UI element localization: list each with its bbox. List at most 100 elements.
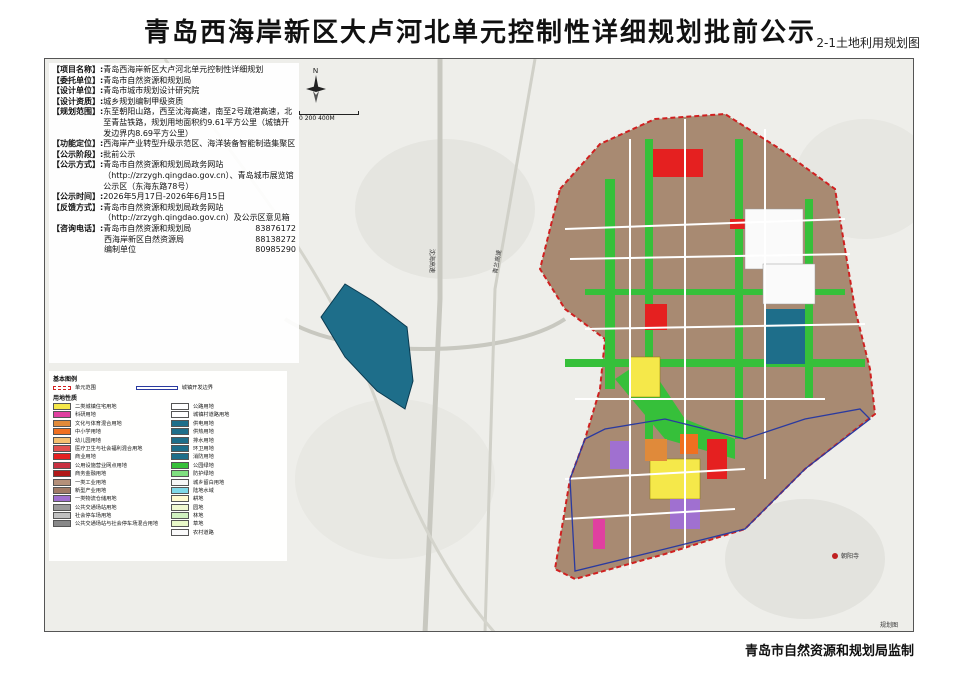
legend-label: 一类工业用地	[75, 479, 107, 486]
info-panel: 【项目名称】: 青岛西海岸新区大卢河北单元控制性详细规划 【委托单位】: 青岛市自然…	[49, 63, 299, 363]
compass: N	[301, 65, 331, 109]
legend-column-right: 公路用地 城镇村道路用地 供电用地 供热用地 排水用地 环卫用地 消防用地 公园绿地 防护绿地城…	[171, 403, 283, 537]
legend-item: 防护绿地	[171, 470, 283, 478]
legend-swatch	[171, 419, 189, 427]
legend-label: 公园绿地	[193, 462, 214, 469]
info-key: 【设计资质】:	[52, 96, 104, 106]
legend-swatch	[171, 520, 189, 528]
legend-label: 科研用地	[75, 412, 96, 419]
info-val: 青岛市自然资源和规划局政务网站（http://zrzygh.qingdao.go…	[103, 160, 294, 191]
school-parcel	[645, 439, 667, 461]
legend-label: 幼儿园用地	[75, 437, 101, 444]
legend-swatch	[53, 453, 71, 461]
legend-label: 公共交通场站与社会停车场混合用地	[75, 521, 159, 528]
legend-column-left: 二类城镇住宅用地 科研用地 文化与体育混合用地 中小学用地 幼儿园用地 医疗卫生与社会福利…	[53, 403, 165, 537]
legend-label: 消防用地	[193, 454, 214, 461]
legend-label: 商务金融用地	[75, 471, 107, 478]
contact-row: 西海岸新区自然资源局 88138272	[52, 235, 296, 246]
legend-label: 文化与体育混合用地	[75, 420, 122, 427]
info-val: 批前公示	[103, 149, 136, 159]
legend-swatch	[171, 528, 189, 536]
research-parcel	[593, 519, 605, 549]
info-key: 【公示阶段】:	[52, 149, 104, 159]
legend-swatch	[135, 385, 178, 390]
legend-label: 公路用地	[193, 404, 214, 410]
legend-item: 二类城镇住宅用地	[53, 403, 165, 410]
info-row: 【设计资质】: 城乡规划编制甲级资质	[52, 97, 296, 108]
info-row: 【公示时间】: 2026年5月17日-2026年6月15日	[52, 192, 296, 203]
info-key: 【功能定位】:	[52, 139, 104, 149]
legend-label: 林地	[193, 513, 204, 520]
scale-bar: 0 200 400M	[299, 111, 359, 122]
contacts-row: 【咨询电话】: 青岛市自然资源和规划局 83876172	[52, 224, 296, 235]
info-val: 青岛市自然资源和规划局政务网站（http://zrzygh.qingdao.go…	[103, 202, 290, 223]
legend-swatch	[53, 512, 71, 520]
legend-item: 公共交通场站与社会停车场混合用地	[53, 520, 165, 528]
legend-item: 一类工业用地	[53, 478, 165, 486]
legend-grid: 二类城镇住宅用地 科研用地 文化与体育混合用地 中小学用地 幼儿园用地 医疗卫生与社会福利…	[53, 403, 283, 537]
legend-item: 环卫用地	[171, 444, 283, 452]
info-val: 青岛市城市规划设计研究院	[103, 86, 200, 96]
legend-swatch	[53, 411, 71, 419]
legend-label: 草地	[193, 521, 204, 528]
legend-label: 公共交通场站用地	[75, 504, 117, 511]
info-val: 城乡规划编制甲级资质	[103, 96, 184, 106]
legend-item: 公园绿地	[171, 461, 283, 469]
legend-item: 林地	[171, 512, 283, 520]
legend-swatch	[171, 403, 189, 410]
legend-swatch	[53, 403, 71, 410]
info-val: 青岛市自然资源和规划局	[103, 75, 192, 85]
info-key: 【公示方式】:	[52, 160, 104, 170]
legend-item: 城镇村道路用地	[171, 411, 283, 419]
legend-item: 商业用地	[53, 453, 165, 461]
info-key: 【设计单位】:	[52, 86, 104, 96]
info-val: 西海岸产业转型升级示范区、海洋装备智能制造集聚区	[103, 139, 296, 149]
legend-label: 环卫用地	[193, 445, 214, 452]
compass-icon	[306, 75, 326, 92]
info-row: 【设计单位】: 青岛市城市规划设计研究院	[52, 86, 296, 97]
legend-label: 耕地	[193, 496, 204, 503]
map-frame: 沈海高速 青兰高速 朝阳寺 规划图 N 0 200 400M 【项目名称】: 青…	[44, 58, 914, 632]
info-key: 【公示时间】:	[52, 192, 104, 202]
corner-label: 规划图	[880, 621, 898, 629]
legend-item: 新型产业用地	[53, 486, 165, 494]
legend-item: 消防用地	[171, 453, 283, 461]
legend-item: 公用设施营业网点用地	[53, 461, 165, 469]
legend-label: 防护绿地	[193, 471, 214, 478]
legend: 基本图例 单元范围 城镇开发边界 用地性质 二类城镇住宅用地 科研用地 文化与体育混…	[49, 371, 287, 561]
contact-phone: 88138272	[255, 234, 296, 244]
legend-label: 商业用地	[75, 454, 96, 461]
legend-item: 文化与体育混合用地	[53, 419, 165, 427]
legend-swatch	[171, 503, 189, 511]
info-row: 【委托单位】: 青岛市自然资源和规划局	[52, 76, 296, 87]
legend-item: 公路用地	[171, 403, 283, 410]
info-row: 【规划范围】: 东至朝阳山路，西至沈海高速，南至2号疏港高速，北至青盐铁路，规划用…	[52, 107, 296, 139]
legend-label: 农村道路	[193, 529, 214, 536]
legend-swatch	[53, 461, 71, 469]
footer-credit: 青岛市自然资源和规划局监制	[744, 644, 914, 659]
legend-swatch	[53, 520, 71, 528]
info-key: 【委托单位】:	[52, 75, 104, 85]
legend-title: 基本图例	[53, 376, 78, 383]
legend-item: 耕地	[171, 495, 283, 503]
info-row: 【反馈方式】: 青岛市自然资源和规划局政务网站（http://zrzygh.qin…	[52, 203, 296, 224]
contact-phone: 80985290	[255, 245, 296, 255]
legend-swatch	[53, 495, 71, 503]
contact-name: 西海岸新区自然资源局	[104, 234, 184, 244]
legend-item: 社会停车场用地	[53, 512, 165, 520]
info-row: 【功能定位】: 西海岸产业转型升级示范区、海洋装备智能制造集聚区	[52, 139, 296, 150]
legend-item: 城乡留白用地	[171, 478, 283, 486]
legend-item-urban-boundary: 城镇开发边界	[135, 384, 213, 391]
legend-label: 排水用地	[193, 437, 214, 444]
legend-swatch	[171, 428, 189, 436]
contacts-key: 【咨询电话】:	[52, 223, 104, 233]
info-val: 青岛西海岸新区大卢河北单元控制性详细规划	[103, 65, 264, 74]
legend-swatch	[171, 461, 189, 469]
legend-swatch	[171, 470, 189, 478]
legend-swatch	[171, 453, 189, 461]
scale-label: 0 200 400M	[299, 115, 335, 122]
legend-swatch	[171, 411, 189, 419]
info-key: 【规划范围】:	[52, 107, 104, 117]
legend-swatch	[53, 444, 71, 452]
legend-item: 一类物流仓储用地	[53, 495, 165, 503]
